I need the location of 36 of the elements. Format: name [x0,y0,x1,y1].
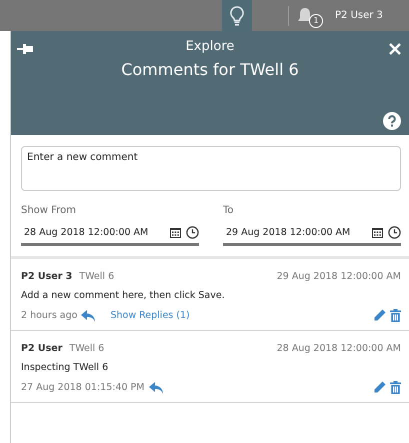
comment-text: Inspecting TWell 6 [21,362,110,373]
edit-icon[interactable] [373,309,386,322]
panel-title: Comments for TWell 6 [121,60,299,79]
comment-subject: TWell 6 [69,343,104,354]
calendar-icon[interactable] [372,227,383,238]
comment-author: P2 User [21,343,62,354]
edit-icon[interactable] [373,381,386,394]
clock-icon[interactable] [186,226,199,239]
notification-badge: 1 [309,14,323,28]
lightbulb-button[interactable] [222,0,252,31]
comment-subject: TWell 6 [79,271,114,282]
filter-label: To [223,205,235,216]
calendar-icon[interactable] [170,227,181,238]
comment-time: 2 hours ago [21,310,78,321]
filter-label: Show From [21,205,77,216]
pin-icon[interactable] [17,44,33,54]
comment-text: Add a new comment here, then click Save. [21,290,226,301]
comment-field[interactable]: Enter a new comment [21,146,401,191]
comment-time: 27 Aug 2018 01:15:40 PM [21,382,144,393]
panel-subtitle: Explore [186,39,234,54]
show-replies-link[interactable]: Show Replies (1) [110,310,190,321]
reply-icon[interactable] [148,382,164,394]
comment-date: 29 Aug 2018 12:00:00 AM [276,271,401,282]
comment-author: P2 User 3 [21,271,72,282]
notifications-button[interactable]: 1 [297,4,321,28]
lightbulb-icon [230,6,244,26]
reply-icon[interactable] [81,310,96,322]
clock-icon[interactable] [388,226,401,239]
close-icon[interactable] [389,43,401,55]
date-field[interactable]: 28 Aug 2018 12:00:00 AM [21,222,199,246]
date-field[interactable]: 29 Aug 2018 12:00:00 AM [223,222,401,246]
user-name[interactable]: P2 User 3 [335,10,383,21]
help-icon[interactable] [383,112,401,130]
delete-icon[interactable] [390,381,401,394]
delete-icon[interactable] [390,309,401,322]
comment-date: 28 Aug 2018 12:00:00 AM [276,343,401,354]
